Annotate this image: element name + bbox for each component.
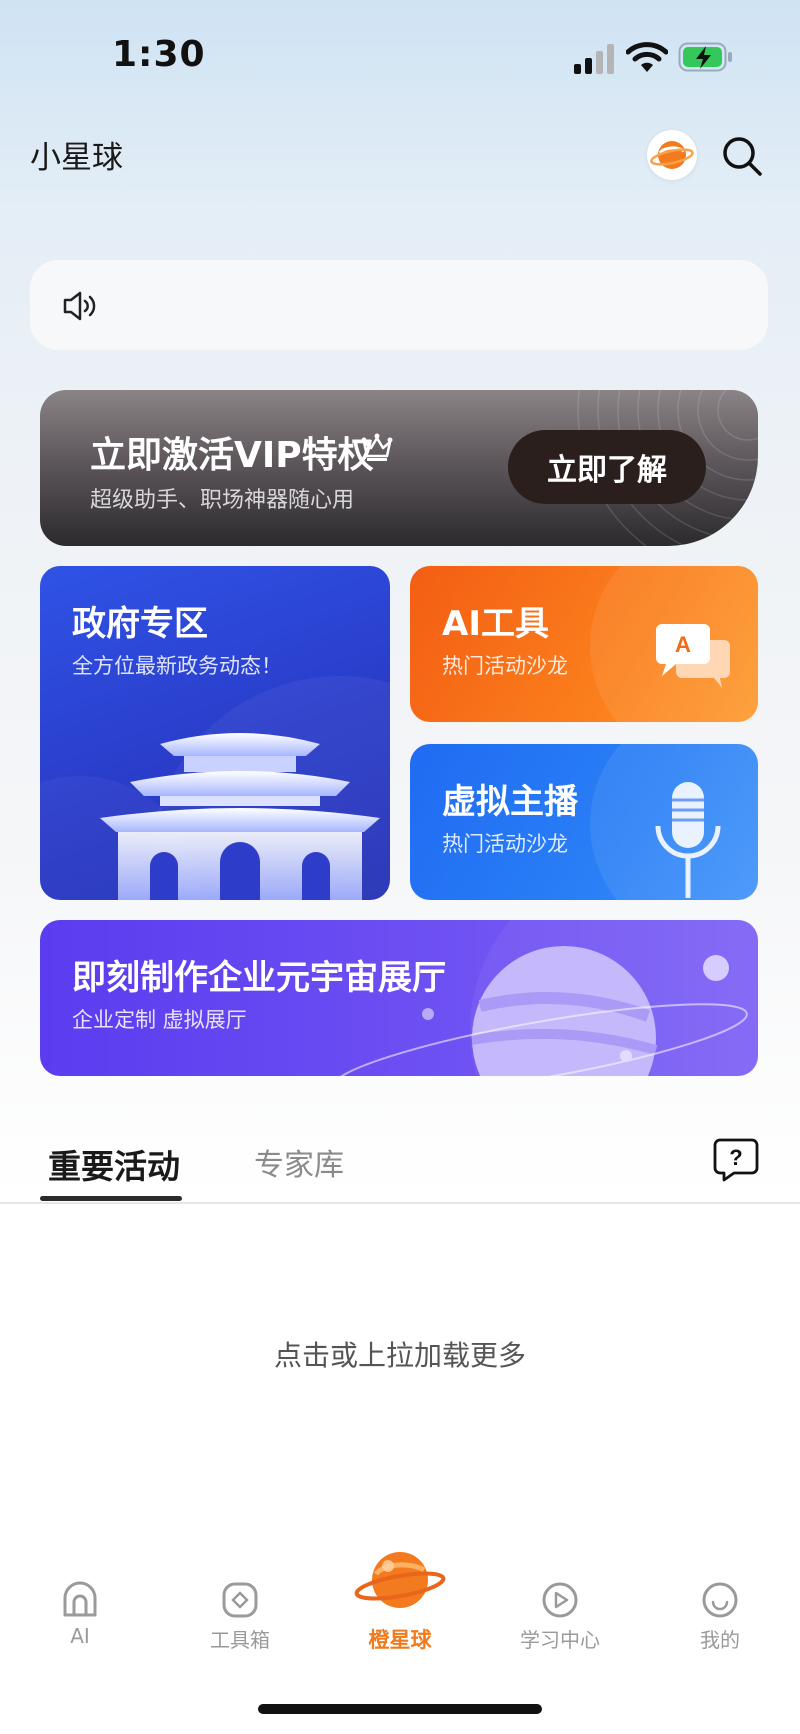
- crown-icon: [361, 433, 393, 461]
- active-tab-indicator: [40, 1196, 182, 1201]
- gov-zone-card[interactable]: 政府专区 全方位最新政务动态！: [40, 566, 390, 900]
- status-time: 1:30: [112, 34, 206, 75]
- gov-title: 政府专区: [72, 604, 208, 644]
- planet-icon: [650, 141, 694, 169]
- nav-label-ai: AI: [70, 1624, 90, 1648]
- search-icon[interactable]: [720, 134, 764, 178]
- nav-item-learning-center[interactable]: 学习中心: [510, 1580, 610, 1653]
- vip-banner[interactable]: 立即激活VIP特权 超级助手、职场神器随心用 立即了解: [40, 390, 758, 546]
- tabs-divider: [0, 1202, 800, 1204]
- nav-label-orange-planet: 橙星球: [368, 1628, 432, 1652]
- virtual-anchor-card[interactable]: 虚拟主播 热门活动沙龙: [410, 744, 758, 900]
- palace-icon: [100, 733, 380, 900]
- nav-label-mine: 我的: [700, 1628, 740, 1652]
- tab-expert-library[interactable]: 专家库: [254, 1140, 344, 1184]
- svg-text:?: ?: [729, 1145, 742, 1170]
- metaverse-hall-card[interactable]: 即刻制作企业元宇宙展厅 企业定制 虚拟展厅: [40, 920, 758, 1076]
- metaverse-subtitle: 企业定制 虚拟展厅: [72, 1008, 247, 1032]
- virtual-anchor-subtitle: 热门活动沙龙: [442, 832, 568, 856]
- metaverse-title: 即刻制作企业元宇宙展厅: [72, 958, 446, 998]
- tab-important-events[interactable]: 重要活动: [48, 1140, 180, 1188]
- planet-avatar-button[interactable]: [647, 130, 697, 180]
- announcement-bar[interactable]: [30, 260, 768, 350]
- load-more-button[interactable]: 点击或上拉加载更多: [0, 1334, 800, 1374]
- virtual-anchor-title: 虚拟主播: [442, 782, 578, 822]
- wifi-icon: [626, 42, 668, 72]
- orange-planet-icon: [354, 1552, 446, 1608]
- battery-charging-icon: [678, 42, 732, 72]
- microphone-icon: [655, 782, 721, 898]
- ai-tool-card[interactable]: AI工具 热门活动沙龙 A: [410, 566, 758, 722]
- vip-learn-more-button[interactable]: 立即了解: [508, 430, 706, 504]
- nav-item-ai[interactable]: AI: [30, 1580, 130, 1648]
- home-indicator: [258, 1704, 542, 1714]
- nav-item-mine[interactable]: 我的: [670, 1580, 770, 1653]
- gov-subtitle: 全方位最新政务动态！: [72, 654, 282, 678]
- play-icon: [542, 1582, 578, 1618]
- nav-item-toolbox[interactable]: 工具箱: [190, 1580, 290, 1653]
- nav-label-toolbox: 工具箱: [210, 1628, 270, 1652]
- cellular-signal-icon: [574, 44, 614, 74]
- ai-tool-subtitle: 热门活动沙龙: [442, 654, 568, 678]
- app-title: 小星球: [30, 140, 123, 176]
- smile-icon: [702, 1582, 738, 1618]
- toolbox-icon: [222, 1582, 258, 1618]
- svg-text:A: A: [675, 632, 691, 657]
- nav-label-learning-center: 学习中心: [520, 1628, 600, 1652]
- vip-subtitle: 超级助手、职场神器随心用: [90, 488, 355, 513]
- help-icon[interactable]: ?: [712, 1136, 760, 1182]
- chat-translate-icon: A: [656, 624, 730, 688]
- nav-item-orange-planet[interactable]: 橙星球: [350, 1546, 450, 1654]
- ai-tool-title: AI工具: [442, 604, 549, 644]
- ai-icon: [63, 1581, 97, 1617]
- speaker-icon: [63, 291, 96, 321]
- vip-title: 立即激活VIP特权: [90, 435, 374, 476]
